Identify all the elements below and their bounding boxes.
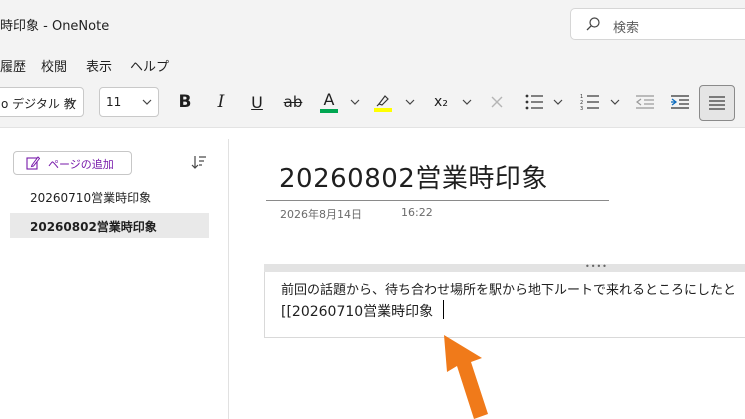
title-underline: [266, 200, 609, 201]
page-list-sidebar: ページの追加 20260710営業時印象 20260802営業時印象: [0, 139, 229, 419]
clear-formatting-button[interactable]: [484, 87, 510, 117]
sort-icon[interactable]: [191, 154, 207, 170]
chevron-down-icon: [67, 99, 77, 105]
subscript-button[interactable]: x₂: [428, 87, 454, 117]
svg-text:3: 3: [580, 106, 583, 111]
search-box[interactable]: 検索: [570, 8, 745, 40]
add-page-button[interactable]: ページの追加: [13, 151, 132, 175]
highlighter-icon: [376, 95, 389, 107]
menu-item-help[interactable]: ヘルプ: [130, 56, 169, 75]
highlight-button[interactable]: [370, 87, 396, 117]
font-name-dropdown[interactable]: o デジタル 教: [0, 87, 84, 117]
note-container-handle[interactable]: [264, 264, 745, 272]
menu-item-history[interactable]: 履歴: [0, 56, 26, 75]
align-left-icon: [709, 96, 725, 110]
page-list-item[interactable]: 20260710営業時印象: [10, 184, 209, 209]
chevron-down-icon: [142, 99, 152, 105]
increase-indent-icon: [671, 95, 689, 109]
decrease-indent-icon: [636, 95, 654, 109]
bullet-list-icon: [525, 94, 543, 110]
title-bar: 時印象 - OneNote 検索: [0, 0, 745, 48]
numbered-list-button[interactable]: 1 2 3: [577, 87, 603, 117]
menu-bar: 履歴 校閲 表示 ヘルプ: [0, 48, 745, 82]
align-left-button[interactable]: [699, 85, 735, 121]
font-name-value: o デジタル 教: [1, 97, 76, 111]
add-page-icon: [26, 156, 40, 170]
window-title: 時印象 - OneNote: [0, 19, 110, 34]
font-color-button[interactable]: A: [316, 87, 342, 117]
font-size-value: 11: [106, 95, 122, 109]
numbered-list-icon: 1 2 3: [580, 94, 599, 111]
page-list-item-selected[interactable]: 20260802営業時印象: [10, 213, 209, 238]
chevron-down-icon[interactable]: [405, 97, 415, 107]
font-size-dropdown[interactable]: 11: [99, 87, 159, 117]
increase-indent-button[interactable]: [667, 87, 693, 117]
page-date: 2026年8月14日: [280, 208, 362, 221]
decrease-indent-button[interactable]: [632, 87, 658, 117]
underline-button[interactable]: U: [244, 87, 270, 117]
menu-item-view[interactable]: 表示: [86, 56, 112, 75]
bold-button[interactable]: B: [172, 87, 198, 117]
highlight-color-swatch: [374, 108, 392, 112]
note-text-line[interactable]: 前回の話題から、待ち合わせ場所を駅から地下ルートで来れるところにしたと: [281, 279, 736, 298]
bullet-list-button[interactable]: [521, 87, 547, 117]
font-color-swatch: [320, 109, 338, 113]
chevron-down-icon[interactable]: [610, 97, 620, 107]
search-placeholder: 検索: [613, 21, 640, 36]
ribbon-toolbar: o デジタル 教 11 B I U ab A x₂ 1 2 3: [0, 82, 745, 128]
chevron-down-icon[interactable]: [350, 97, 360, 107]
close-icon: [491, 96, 503, 108]
italic-button[interactable]: I: [208, 87, 234, 117]
chevron-down-icon[interactable]: [462, 97, 472, 107]
page-title[interactable]: 20260802営業時印象: [279, 158, 548, 195]
page-time: 16:22: [401, 206, 433, 219]
font-color-label: A: [323, 90, 335, 109]
arrow-up-icon: [444, 335, 488, 419]
menu-item-review[interactable]: 校閲: [41, 56, 67, 75]
add-page-label: ページの追加: [48, 158, 114, 171]
note-text-line-link[interactable]: [[20260710営業時印象: [281, 301, 433, 321]
text-cursor: [443, 300, 444, 319]
strikethrough-button[interactable]: ab: [280, 87, 306, 117]
drag-grip-icon[interactable]: ••••: [585, 263, 608, 271]
search-icon: [586, 17, 600, 31]
chevron-down-icon[interactable]: [553, 97, 563, 107]
